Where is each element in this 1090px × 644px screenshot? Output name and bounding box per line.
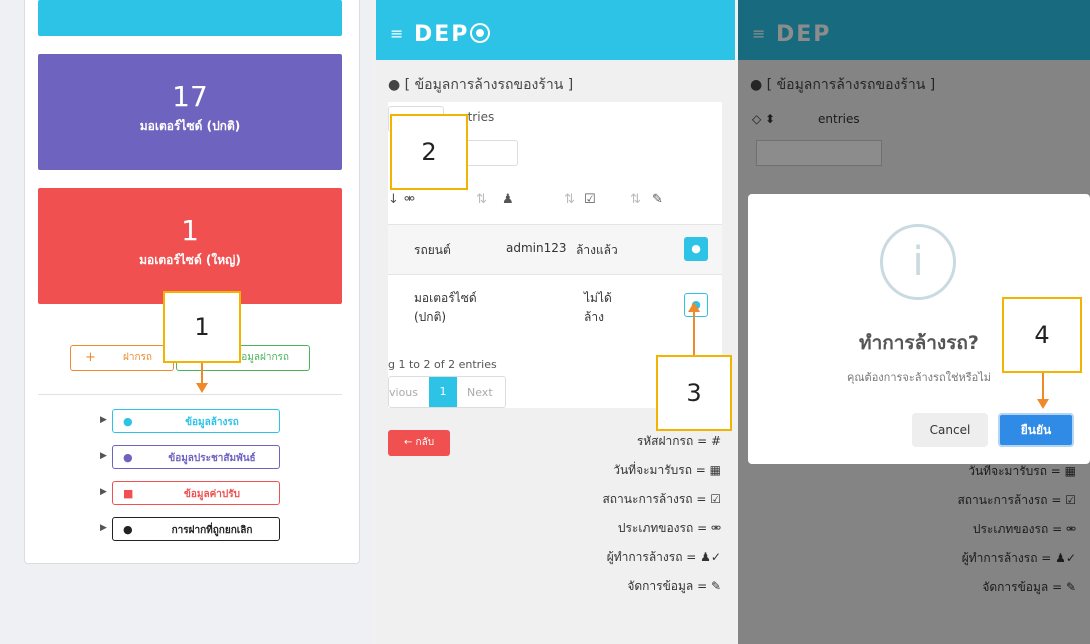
checkbox-icon[interactable]: ☑: [584, 192, 596, 207]
deposit-info-label: ข้อมูลฝากรถ: [234, 352, 289, 363]
info-icon: i: [880, 224, 956, 300]
table-header: ↓ ⚮ ⇅ ♟ ⇅ ☑ ⇅ ✎: [388, 192, 722, 222]
next-button[interactable]: Next: [467, 386, 493, 399]
menu-label: ข้อมูลประชาสัมพันธ์: [168, 453, 256, 464]
legend: รหัสฝากรถ = # วันที่จะมารับรถ = ▦ สถานะก…: [602, 432, 721, 606]
caret-right-icon: ▶: [100, 415, 107, 425]
cell-status: ล้างแล้ว: [576, 243, 618, 257]
sort-icon[interactable]: ⇅: [564, 192, 575, 207]
cancel-button[interactable]: Cancel: [912, 413, 988, 447]
money-icon: ■: [123, 487, 134, 500]
cell-user: admin123: [506, 241, 567, 255]
tile-motorcycle-big[interactable]: 1 มอเตอร์ไซด์ (ใหญ่): [38, 188, 342, 304]
menu-item-fine[interactable]: ▶ ■ ข้อมูลค่าปรับ: [100, 481, 290, 505]
dashboard-panel: 17 มอเตอร์ไซด์ (ปกติ) 1 มอเตอร์ไซด์ (ใหญ…: [0, 0, 372, 644]
menu-item-cancelled[interactable]: ▶ ● การฝากที่ถูกยกเลิก: [100, 517, 290, 541]
sort-icon[interactable]: ↓: [388, 192, 399, 207]
callout-2: 2: [390, 114, 468, 190]
table-row: มอเตอร์ไซด์ (ปกติ) ไม่ได้ ล้าง ●: [388, 274, 722, 336]
tile-label: มอเตอร์ไซด์ (ปกติ): [139, 119, 241, 133]
tile-top[interactable]: [38, 0, 342, 36]
page-title-text: [ ข้อมูลการล้างรถของร้าน ]: [404, 77, 574, 93]
menu-label: ข้อมูลล้างรถ: [185, 417, 239, 428]
table-info: g 1 to 2 of 2 entries: [388, 358, 497, 371]
caret-right-icon: ▶: [100, 487, 107, 497]
sort-icon[interactable]: ⇅: [476, 192, 487, 207]
legend-item: สถานะการล้างรถ = ☑: [602, 492, 721, 506]
arrow-4-head: [1037, 399, 1049, 409]
sort-icon[interactable]: ⇅: [630, 192, 641, 207]
divider: [38, 394, 342, 395]
legend-item: รหัสฝากรถ = #: [636, 434, 721, 448]
arrow-1-head: [196, 383, 208, 393]
callout-4: 4: [1002, 297, 1082, 373]
callout-1: 1: [163, 291, 241, 363]
tile-count: 1: [181, 214, 199, 247]
menu-item-announcement[interactable]: ▶ ● ข้อมูลประชาสัมพันธ์: [100, 445, 290, 469]
cell-type: รถยนต์: [414, 243, 451, 257]
deposit-label: ฝากรถ: [123, 352, 152, 363]
arrow-3: [693, 310, 695, 355]
arrow-4: [1042, 373, 1044, 401]
confirm-button[interactable]: ยืนยัน: [998, 413, 1074, 447]
wrench-icon[interactable]: ✎: [652, 192, 663, 207]
tile-motorcycle-normal[interactable]: 17 มอเตอร์ไซด์ (ปกติ): [38, 54, 342, 170]
brand-logo[interactable]: DEP: [414, 22, 469, 47]
drop-icon: ●: [123, 415, 133, 428]
menu-label: การฝากที่ถูกยกเลิก: [171, 525, 253, 536]
wash-button[interactable]: ●: [684, 237, 708, 261]
legend-item: วันที่จะมารับรถ = ▦: [613, 463, 721, 477]
tile-label: มอเตอร์ไซด์ (ใหญ่): [139, 253, 241, 267]
menu-label: ข้อมูลค่าปรับ: [184, 489, 240, 500]
menu-item-wash-info[interactable]: ▶ ● ข้อมูลล้างรถ: [100, 409, 290, 433]
legend-item: ผู้ทำการล้างรถ = ♟✓: [606, 550, 721, 564]
legend-item: จัดการข้อมูล = ✎: [627, 579, 721, 593]
deposit-button[interactable]: + ฝากรถ: [70, 345, 174, 371]
user-check-icon[interactable]: ♟: [502, 192, 514, 207]
cell-type: มอเตอร์ไซด์ (ปกติ): [414, 291, 477, 324]
page-title: ● [ ข้อมูลการล้างรถของร้าน ]: [388, 74, 573, 96]
back-button[interactable]: ← กลับ: [388, 430, 450, 456]
plus-icon: +: [85, 350, 96, 365]
caret-right-icon: ▶: [100, 523, 107, 533]
menu-icon[interactable]: ≡: [390, 24, 403, 43]
drop-icon: ●: [388, 77, 401, 93]
logo-o-icon: [472, 25, 488, 41]
confirm-dialog-panel: ≡ DEP ● [ ข้อมูลการล้างรถของร้าน ] ◇ ⬍ e…: [738, 0, 1090, 644]
navbar: ≡ DEP: [376, 0, 735, 60]
page-button[interactable]: 1: [429, 377, 457, 407]
arrow-1: [201, 363, 203, 385]
pagination: vious 1 Next: [388, 376, 506, 408]
callout-3: 3: [656, 355, 732, 431]
legend-item: ประเภทของรถ = ⚮: [617, 521, 721, 535]
wash-list-panel: ≡ DEP ● [ ข้อมูลการล้างรถของร้าน ] ntrie…: [376, 0, 735, 644]
tile-count: 17: [172, 80, 208, 113]
motorcycle-icon[interactable]: ⚮: [404, 192, 415, 207]
arrow-3-head: [688, 302, 700, 312]
exclamation-icon: ●: [123, 523, 133, 536]
cell-status: ไม่ได้ ล้าง: [584, 291, 612, 324]
comment-icon: ●: [123, 451, 133, 464]
prev-button[interactable]: vious: [389, 386, 418, 399]
table-row: รถยนต์ admin123 ล้างแล้ว ●: [388, 224, 722, 274]
caret-right-icon: ▶: [100, 451, 107, 461]
